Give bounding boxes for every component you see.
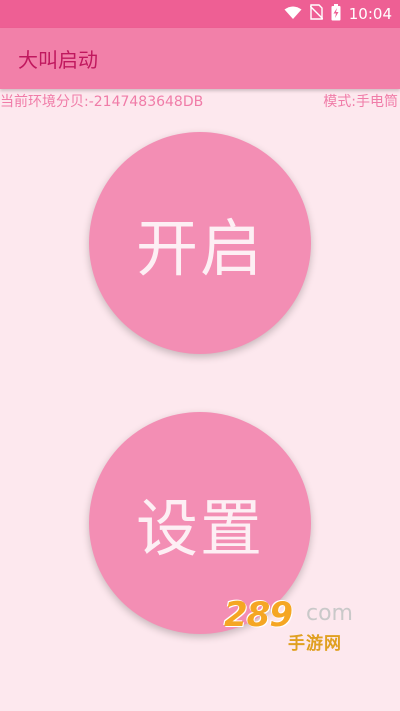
status-bar: 10:04 — [0, 0, 400, 28]
start-button-label: 开启 — [135, 212, 264, 285]
info-row: 当前环境分贝:-2147483648DB 模式:手电筒 — [0, 91, 400, 111]
watermark-sub: 手游网 — [288, 634, 342, 654]
no-sim-icon — [309, 4, 324, 24]
status-icons: 10:04 — [284, 0, 392, 28]
status-time: 10:04 — [348, 5, 392, 23]
settings-button-label: 设置 — [135, 492, 264, 565]
watermark-com: com — [306, 601, 353, 626]
wifi-icon — [284, 5, 302, 24]
app-bar: 大叫启动 — [0, 28, 400, 89]
mode-readout: 模式:手电筒 — [323, 94, 398, 110]
app-title: 大叫启动 — [18, 48, 98, 72]
battery-charging-icon — [331, 3, 341, 25]
decibel-readout: 当前环境分贝:-2147483648DB — [0, 94, 204, 110]
watermark-main: 289 — [224, 595, 293, 635]
start-button[interactable]: 开启 — [89, 132, 311, 354]
watermark-logo: 289 com 手游网 — [224, 595, 374, 654]
